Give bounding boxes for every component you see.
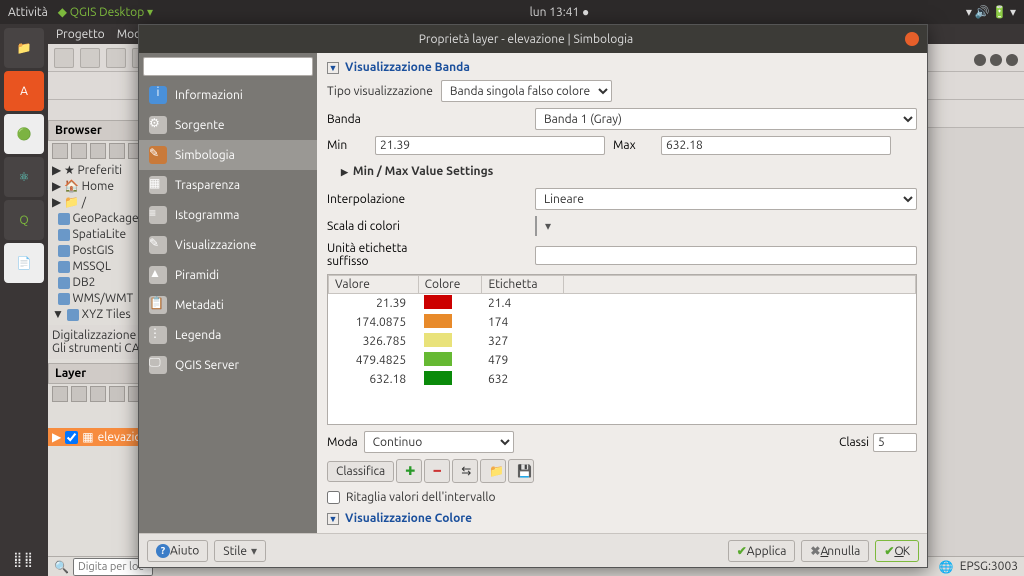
classes-spinbox[interactable] — [873, 433, 917, 452]
help-button[interactable]: ?Aiuto — [147, 540, 208, 562]
min-input[interactable] — [375, 136, 605, 155]
add-entry-button[interactable]: ✚ — [396, 459, 422, 483]
sort-button[interactable]: ⇆ — [452, 459, 478, 483]
ok-button[interactable]: ✔OK — [875, 540, 919, 562]
color-map-row[interactable]: 21.3921.4 — [329, 294, 916, 314]
clip-values-label: Ritaglia valori dell'intervallo — [346, 491, 496, 504]
interpolation-select[interactable]: Lineare — [535, 188, 917, 210]
active-app-menu[interactable]: ◆ QGIS Desktop ▾ — [58, 5, 153, 19]
dock-chrome-icon[interactable]: 🟢 — [4, 114, 44, 154]
layer-properties-dialog: Proprietà layer - elevazione | Simbologi… — [138, 24, 928, 568]
search-icon: 🔍 — [54, 560, 69, 574]
apply-button[interactable]: ✔Applica — [728, 540, 796, 562]
sidebar-item-trasparenza[interactable]: ▦Trasparenza — [139, 170, 317, 200]
dock-apps-grid-icon[interactable]: ⠿⠿⠿⠿ — [13, 556, 35, 568]
interpolation-label: Interpolazione — [327, 193, 527, 206]
system-top-bar: Attività ◆ QGIS Desktop ▾ lun 13:41 ● ▾ … — [0, 0, 1024, 24]
classify-button[interactable]: Classifica — [327, 461, 394, 482]
color-ramp-button[interactable] — [535, 216, 537, 236]
activities-button[interactable]: Attività — [8, 6, 48, 19]
max-input[interactable] — [661, 136, 891, 155]
sidebar-item-metadati[interactable]: 📋Metadati — [139, 290, 317, 320]
max-label: Max — [613, 139, 653, 152]
sidebar-item-istogramma[interactable]: ≡Istogramma — [139, 200, 317, 230]
sidebar-item-simbologia[interactable]: ✎Simbologia — [139, 140, 317, 170]
window-controls[interactable] — [974, 54, 1018, 66]
unit-suffix-input[interactable] — [535, 246, 917, 265]
close-icon[interactable] — [905, 32, 919, 46]
crs-label[interactable]: EPSG:3003 — [960, 560, 1018, 573]
system-tray[interactable]: ▾ 🔊 🔋 ▾ — [966, 5, 1016, 19]
clock[interactable]: lun 13:41 ● — [153, 5, 966, 19]
color-ramp-label: Scala di colori — [327, 220, 527, 233]
unit-suffix-label: Unità etichettasuffisso — [327, 242, 527, 268]
dock-qgis-icon[interactable]: Q — [4, 200, 44, 240]
dock-writer-icon[interactable]: 📄 — [4, 243, 44, 283]
symbology-panel: ▼Visualizzazione Banda Tipo visualizzazi… — [317, 53, 927, 533]
color-map-row[interactable]: 479.4825479 — [329, 351, 916, 370]
cancel-button[interactable]: ✖Annulla — [801, 540, 869, 562]
sidebar-item-informazioni[interactable]: iInformazioni — [139, 80, 317, 110]
sidebar-item-piramidi[interactable]: ▲Piramidi — [139, 260, 317, 290]
menu-project: Progetto — [56, 28, 105, 41]
color-map-row[interactable]: 632.18632 — [329, 370, 916, 389]
color-map-row[interactable]: 326.785327 — [329, 332, 916, 351]
mode-label: Moda — [327, 436, 358, 449]
load-colormap-button[interactable]: 📁 — [480, 459, 506, 483]
remove-entry-button[interactable]: ━ — [424, 459, 450, 483]
dialog-sidebar: iInformazioni ⚙Sorgente ✎Simbologia ▦Tra… — [139, 53, 317, 533]
clip-values-checkbox[interactable] — [327, 491, 340, 504]
minmax-settings-header[interactable]: Min / Max Value Settings — [327, 161, 917, 182]
dialog-button-bar: ?Aiuto Stile ✔Applica ✖Annulla ✔OK — [139, 533, 927, 567]
render-type-select[interactable]: Banda singola falso colore — [441, 80, 612, 102]
band-label: Banda — [327, 113, 527, 126]
style-button[interactable]: Stile — [214, 540, 266, 562]
sidebar-item-sorgente[interactable]: ⚙Sorgente — [139, 110, 317, 140]
render-type-label: Tipo visualizzazione — [327, 85, 433, 98]
dialog-titlebar: Proprietà layer - elevazione | Simbologi… — [139, 25, 927, 53]
dialog-title: Proprietà layer - elevazione | Simbologi… — [147, 33, 905, 46]
band-rendering-header[interactable]: ▼Visualizzazione Banda — [327, 61, 917, 74]
color-map-row[interactable]: 174.0875174 — [329, 313, 916, 332]
band-select[interactable]: Banda 1 (Gray) — [535, 108, 917, 130]
classes-label: Classi — [839, 436, 869, 449]
dock-software-icon[interactable]: A — [4, 71, 44, 111]
mode-select[interactable]: Continuo — [364, 431, 514, 453]
dock-atom-icon[interactable]: ⚛ — [4, 157, 44, 197]
save-colormap-button[interactable]: 💾 — [508, 459, 534, 483]
sidebar-item-visualizzazione[interactable]: ✎Visualizzazione — [139, 230, 317, 260]
crs-icon[interactable]: 🌐 — [939, 560, 954, 574]
dock-files-icon[interactable]: 📁 — [4, 28, 44, 68]
min-label: Min — [327, 139, 367, 152]
sidebar-item-legenda[interactable]: ⋮Legenda — [139, 320, 317, 350]
color-rendering-header[interactable]: ▼Visualizzazione Colore — [327, 512, 917, 525]
color-map-table[interactable]: ValoreColoreEtichetta 21.3921.4174.08751… — [327, 274, 917, 425]
color-ramp-dropdown-icon[interactable]: ▾ — [541, 219, 555, 233]
sidebar-search-input[interactable] — [143, 57, 313, 76]
launcher-dock: 📁 A 🟢 ⚛ Q 📄 ⠿⠿⠿⠿ — [0, 24, 48, 576]
sidebar-item-qgis-server[interactable]: 🖵QGIS Server — [139, 350, 317, 380]
